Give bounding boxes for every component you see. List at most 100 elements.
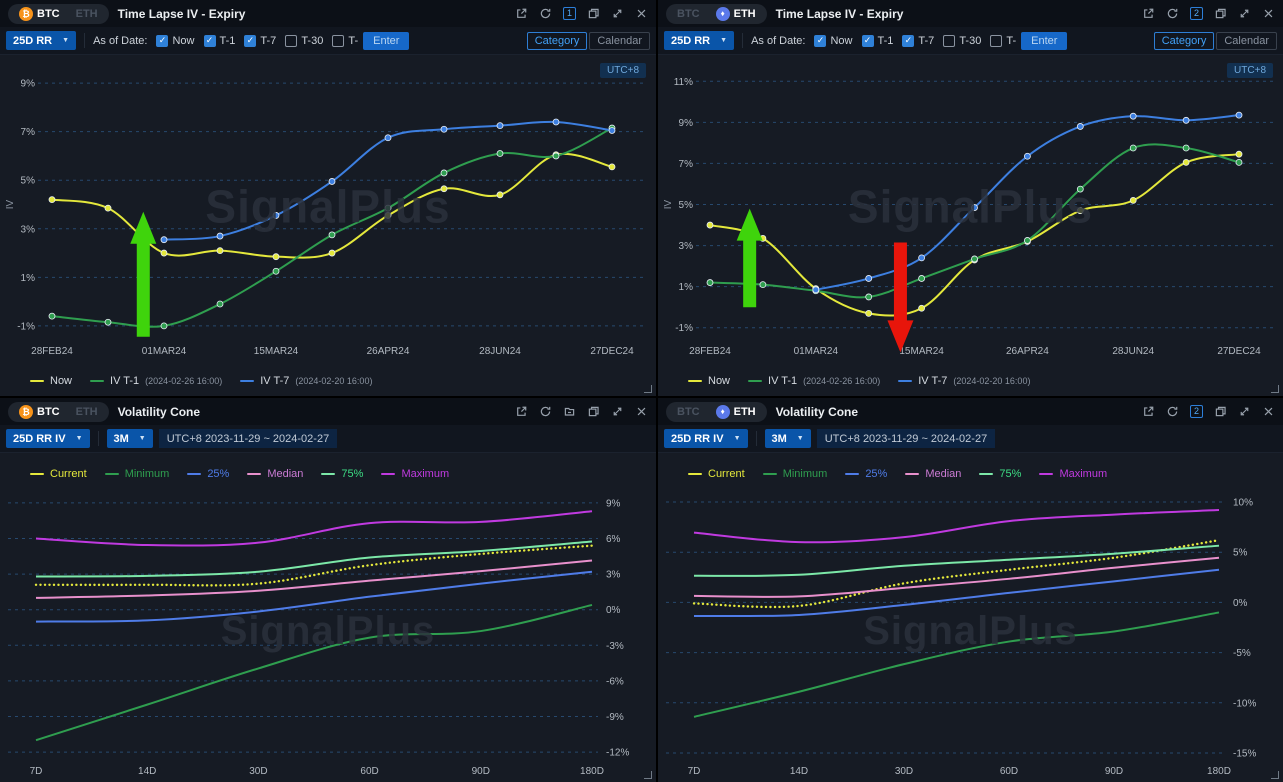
data-point[interactable] bbox=[1183, 145, 1189, 151]
data-point[interactable] bbox=[385, 205, 391, 211]
checkbox-t-7[interactable]: ✓T-7 bbox=[244, 35, 276, 47]
checkbox-t-30[interactable]: T-30 bbox=[285, 35, 323, 47]
calendar-button[interactable]: Calendar bbox=[1216, 32, 1277, 50]
data-point[interactable] bbox=[329, 178, 335, 184]
legend-item-current[interactable]: Current bbox=[30, 468, 87, 480]
data-point[interactable] bbox=[105, 319, 111, 325]
tab-btc[interactable]: ₿BTC bbox=[12, 404, 67, 420]
data-point[interactable] bbox=[972, 256, 978, 262]
data-point[interactable] bbox=[273, 212, 279, 218]
dropdown-25d-rr[interactable]: 25D RR▼ bbox=[6, 31, 76, 50]
chart-area[interactable]: 10%5%0%-5%-10%-15%7D14D30D60D90D180DSign… bbox=[658, 487, 1283, 782]
chart-canvas[interactable]: 9%6%3%0%-3%-6%-9%-12%7D14D30D60D90D180D bbox=[0, 487, 656, 782]
legend-item-75-[interactable]: 75% bbox=[979, 468, 1021, 480]
data-point[interactable] bbox=[707, 222, 713, 228]
custom-date-input[interactable]: Enter bbox=[363, 32, 409, 50]
checkbox-t-1[interactable]: ✓T-1 bbox=[862, 35, 894, 47]
tab-btc[interactable]: ₿BTC bbox=[12, 6, 67, 22]
expand-icon[interactable] bbox=[1238, 405, 1251, 418]
data-point[interactable] bbox=[329, 232, 335, 238]
data-point[interactable] bbox=[49, 313, 55, 319]
checkbox-t-1[interactable]: ✓T-1 bbox=[204, 35, 236, 47]
legend-item-25-[interactable]: 25% bbox=[845, 468, 887, 480]
legend-item-now[interactable]: Now bbox=[688, 375, 730, 387]
data-point[interactable] bbox=[1236, 159, 1242, 165]
tab-eth[interactable]: ♦ETH bbox=[709, 404, 763, 420]
data-point[interactable] bbox=[441, 126, 447, 132]
chart-area[interactable]: 9%7%5%3%1%-1%28FEB2401MAR2415MAR2426APR2… bbox=[0, 55, 656, 366]
dropdown-25d-rr-iv[interactable]: 25D RR IV▼ bbox=[664, 429, 748, 448]
data-point[interactable] bbox=[1024, 237, 1030, 243]
data-point[interactable] bbox=[1236, 112, 1242, 118]
duplicate-icon[interactable] bbox=[1214, 405, 1227, 418]
close-icon[interactable] bbox=[1262, 7, 1275, 20]
category-button[interactable]: Category bbox=[1154, 32, 1215, 50]
data-point[interactable] bbox=[1024, 153, 1030, 159]
data-point[interactable] bbox=[1236, 151, 1242, 157]
window-number-badge[interactable]: 1 bbox=[563, 7, 576, 20]
dropdown-25d-rr-iv[interactable]: 25D RR IV▼ bbox=[6, 429, 90, 448]
chart-canvas[interactable]: 11%9%7%5%3%1%-1%28FEB2401MAR2415MAR2426A… bbox=[658, 55, 1283, 366]
data-point[interactable] bbox=[385, 135, 391, 141]
data-point[interactable] bbox=[441, 170, 447, 176]
data-point[interactable] bbox=[161, 250, 167, 256]
data-point[interactable] bbox=[1077, 208, 1083, 214]
legend-item-maximum[interactable]: Maximum bbox=[1039, 468, 1107, 480]
data-point[interactable] bbox=[497, 123, 503, 129]
tab-eth[interactable]: ETH bbox=[69, 405, 105, 419]
resize-handle[interactable] bbox=[1271, 771, 1279, 779]
external-link-icon[interactable] bbox=[515, 405, 528, 418]
legend-item-25-[interactable]: 25% bbox=[187, 468, 229, 480]
refresh-icon[interactable] bbox=[539, 7, 552, 20]
checkbox-t-[interactable]: T- bbox=[332, 35, 358, 47]
duplicate-icon[interactable] bbox=[1214, 7, 1227, 20]
data-point[interactable] bbox=[609, 127, 615, 133]
dropdown-3m[interactable]: 3M▼ bbox=[107, 429, 153, 448]
data-point[interactable] bbox=[497, 151, 503, 157]
data-point[interactable] bbox=[273, 268, 279, 274]
data-point[interactable] bbox=[217, 233, 223, 239]
custom-date-input[interactable]: Enter bbox=[1021, 32, 1067, 50]
resize-handle[interactable] bbox=[1271, 385, 1279, 393]
legend-item-iv-t-1[interactable]: IV T-1(2024-02-26 16:00) bbox=[748, 375, 880, 387]
tab-eth[interactable]: ETH bbox=[69, 7, 105, 21]
data-point[interactable] bbox=[866, 275, 872, 281]
legend-item-iv-t-7[interactable]: IV T-7(2024-02-20 16:00) bbox=[240, 375, 372, 387]
chart-area[interactable]: 9%6%3%0%-3%-6%-9%-12%7D14D30D60D90D180DS… bbox=[0, 487, 656, 782]
dropdown-25d-rr[interactable]: 25D RR▼ bbox=[664, 31, 734, 50]
data-point[interactable] bbox=[385, 212, 391, 218]
data-point[interactable] bbox=[553, 119, 559, 125]
data-point[interactable] bbox=[707, 280, 713, 286]
window-number-badge[interactable]: 2 bbox=[1190, 405, 1203, 418]
data-point[interactable] bbox=[161, 237, 167, 243]
data-point[interactable] bbox=[441, 186, 447, 192]
close-icon[interactable] bbox=[635, 405, 648, 418]
dropdown-3m[interactable]: 3M▼ bbox=[765, 429, 811, 448]
legend-item-now[interactable]: Now bbox=[30, 375, 72, 387]
data-point[interactable] bbox=[553, 153, 559, 159]
tab-btc[interactable]: BTC bbox=[670, 7, 707, 21]
data-point[interactable] bbox=[1130, 113, 1136, 119]
legend-item-current[interactable]: Current bbox=[688, 468, 745, 480]
expand-icon[interactable] bbox=[611, 7, 624, 20]
data-point[interactable] bbox=[273, 254, 279, 260]
data-point[interactable] bbox=[919, 255, 925, 261]
data-point[interactable] bbox=[497, 192, 503, 198]
calendar-button[interactable]: Calendar bbox=[589, 32, 650, 50]
data-point[interactable] bbox=[919, 275, 925, 281]
folder-icon[interactable] bbox=[563, 405, 576, 418]
refresh-icon[interactable] bbox=[1166, 405, 1179, 418]
data-point[interactable] bbox=[217, 248, 223, 254]
duplicate-icon[interactable] bbox=[587, 7, 600, 20]
checkbox-t-7[interactable]: ✓T-7 bbox=[902, 35, 934, 47]
data-point[interactable] bbox=[919, 305, 925, 311]
data-point[interactable] bbox=[161, 323, 167, 329]
legend-item-median[interactable]: Median bbox=[247, 468, 303, 480]
category-button[interactable]: Category bbox=[527, 32, 588, 50]
data-point[interactable] bbox=[1130, 145, 1136, 151]
chart-canvas[interactable]: 10%5%0%-5%-10%-15%7D14D30D60D90D180D bbox=[658, 487, 1283, 782]
data-point[interactable] bbox=[217, 301, 223, 307]
legend-item-minimum[interactable]: Minimum bbox=[105, 468, 170, 480]
chart-area[interactable]: 11%9%7%5%3%1%-1%28FEB2401MAR2415MAR2426A… bbox=[658, 55, 1283, 366]
checkbox-t-30[interactable]: T-30 bbox=[943, 35, 981, 47]
